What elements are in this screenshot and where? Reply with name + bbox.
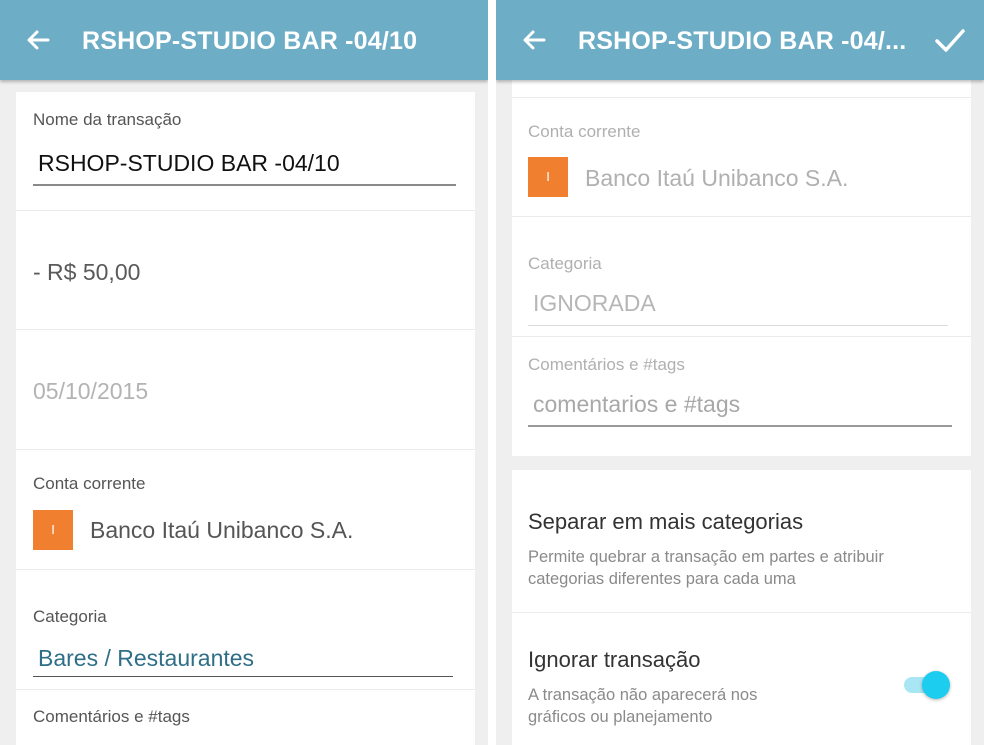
category-label: Categoria xyxy=(33,607,107,626)
divider xyxy=(16,210,475,211)
ignore-desc-line2: gráficos ou planejamento xyxy=(528,708,713,726)
app-bar: RSHOP-STUDIO BAR -04/10 xyxy=(0,0,488,80)
divider xyxy=(16,449,475,450)
account-label: Conta corrente xyxy=(33,474,146,493)
name-input[interactable]: RSHOP-STUDIO BAR -04/10 xyxy=(33,150,456,186)
ignore-title: Ignorar transação xyxy=(528,647,701,672)
bank-name: Banco Itaú Unibanco S.A. xyxy=(585,165,849,191)
check-icon[interactable] xyxy=(932,22,968,58)
arrow-back-icon[interactable] xyxy=(518,24,550,56)
divider xyxy=(512,612,971,613)
divider xyxy=(512,216,971,217)
ignore-toggle[interactable] xyxy=(896,670,952,700)
comments-input[interactable]: comentarios e #tags xyxy=(528,391,952,427)
bank-name: Banco Itaú Unibanco S.A. xyxy=(90,517,354,543)
split-title: Separar em mais categorias xyxy=(528,509,804,534)
bank-icon: I xyxy=(528,157,568,197)
toggle-knob xyxy=(922,671,950,699)
divider xyxy=(512,97,971,98)
category-select[interactable]: Bares / Restaurantes xyxy=(33,645,453,677)
category-select[interactable]: IGNORADA xyxy=(528,290,948,326)
date-value: 05/10/2015 xyxy=(33,378,149,404)
split-categories-option[interactable]: Separar em mais categorias Permite quebr… xyxy=(512,470,971,612)
name-label: Nome da transação xyxy=(33,110,182,129)
category-label: Categoria xyxy=(528,254,602,273)
left-screen: RSHOP-STUDIO BAR -04/10 Nome da transaçã… xyxy=(0,0,488,745)
divider xyxy=(16,689,475,690)
ignore-desc-line1: A transação não aparecerá nos xyxy=(528,686,758,704)
split-desc-line1: Permite quebrar a transação em partes e … xyxy=(528,548,884,566)
app-bar-title: RSHOP-STUDIO BAR -04/... xyxy=(578,27,907,55)
right-screen: RSHOP-STUDIO BAR -04/... Conta corrente … xyxy=(496,0,984,745)
arrow-back-icon[interactable] xyxy=(22,24,54,56)
bank-icon: I xyxy=(33,510,73,550)
divider xyxy=(16,329,475,330)
comments-label: Comentários e #tags xyxy=(528,355,685,374)
app-bar-title: RSHOP-STUDIO BAR -04/10 xyxy=(82,27,418,55)
account-label: Conta corrente xyxy=(528,122,641,141)
app-bar: RSHOP-STUDIO BAR -04/... xyxy=(496,0,984,80)
comments-label: Comentários e #tags xyxy=(33,707,190,726)
divider xyxy=(16,569,475,570)
divider xyxy=(512,336,971,337)
split-desc-line2: categorias diferentes para cada uma xyxy=(528,570,796,588)
amount-value: - R$ 50,00 xyxy=(33,259,141,285)
